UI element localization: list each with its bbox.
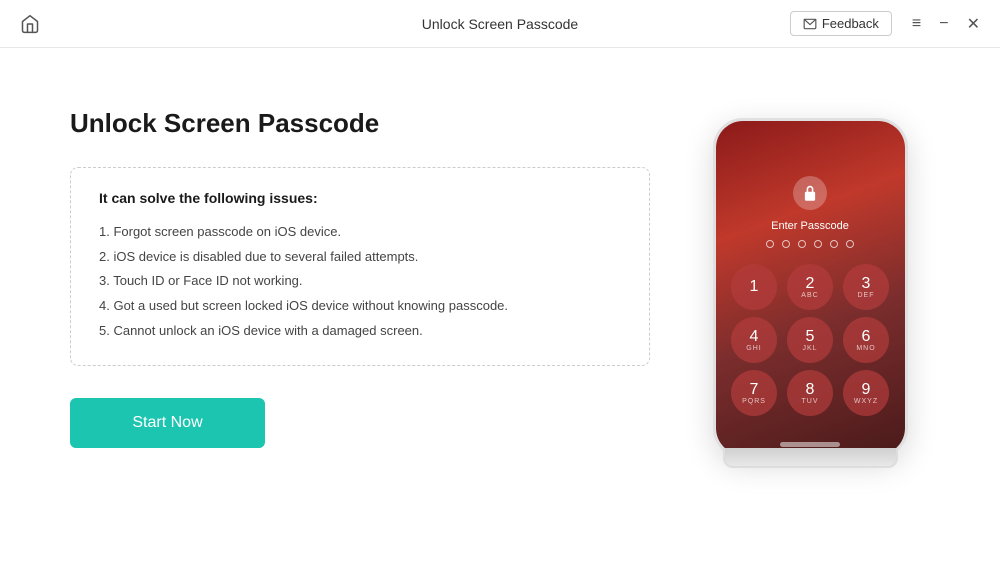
numpad: 1 2ABC 3DEF 4GHI 5JKL 6MNO 7PQRS 8TUV 9W…: [716, 264, 905, 416]
issues-list: 1. Forgot screen passcode on iOS device.…: [99, 220, 621, 343]
main-content: Unlock Screen Passcode It can solve the …: [0, 48, 1000, 580]
list-item: 3. Touch ID or Face ID not working.: [99, 269, 621, 294]
passcode-dots: [766, 240, 854, 248]
feedback-button[interactable]: Feedback: [790, 11, 892, 36]
dot-4: [814, 240, 822, 248]
list-item: 1. Forgot screen passcode on iOS device.: [99, 220, 621, 245]
title-bar-right: Feedback ≡ − ✕: [790, 11, 984, 36]
dot-6: [846, 240, 854, 248]
window-title-text: Unlock Screen Passcode: [422, 16, 578, 32]
num-btn-1: 1: [731, 264, 777, 310]
num-btn-3: 3DEF: [843, 264, 889, 310]
issues-title: It can solve the following issues:: [99, 190, 621, 206]
phone-illustration: Enter Passcode 1 2ABC 3DEF 4GHI: [713, 118, 908, 458]
dot-3: [798, 240, 806, 248]
issues-box: It can solve the following issues: 1. Fo…: [70, 167, 650, 366]
home-button[interactable]: [16, 12, 44, 36]
num-btn-4: 4GHI: [731, 317, 777, 363]
dot-2: [782, 240, 790, 248]
left-panel: Unlock Screen Passcode It can solve the …: [70, 108, 690, 448]
list-item: 2. iOS device is disabled due to several…: [99, 245, 621, 270]
enter-passcode-text: Enter Passcode: [771, 220, 849, 232]
window-title: Unlock Screen Passcode: [422, 16, 578, 32]
num-btn-2: 2ABC: [787, 264, 833, 310]
menu-icon: ≡: [912, 15, 921, 33]
lock-icon-container: [793, 176, 827, 210]
list-item: 4. Got a used but screen locked iOS devi…: [99, 294, 621, 319]
list-item: 5. Cannot unlock an iOS device with a da…: [99, 319, 621, 344]
num-btn-7: 7PQRS: [731, 370, 777, 416]
phone-body: Enter Passcode 1 2ABC 3DEF 4GHI: [713, 118, 908, 458]
feedback-label: Feedback: [822, 16, 879, 31]
page-title: Unlock Screen Passcode: [70, 108, 650, 139]
close-icon: ✕: [967, 14, 980, 34]
home-icon: [20, 14, 40, 34]
menu-button[interactable]: ≡: [908, 13, 925, 35]
dot-5: [830, 240, 838, 248]
start-now-button[interactable]: Start Now: [70, 398, 265, 448]
num-btn-5: 5JKL: [787, 317, 833, 363]
phone-base: [723, 448, 898, 468]
num-btn-9: 9WXYZ: [843, 370, 889, 416]
phone-screen: Enter Passcode 1 2ABC 3DEF 4GHI: [716, 121, 905, 455]
phone-home-bar: [780, 442, 840, 447]
title-bar-left: [16, 12, 44, 36]
minimize-button[interactable]: −: [935, 13, 952, 35]
lock-icon: [802, 184, 818, 202]
right-panel: Enter Passcode 1 2ABC 3DEF 4GHI: [690, 108, 930, 458]
minimize-icon: −: [939, 15, 948, 33]
dot-1: [766, 240, 774, 248]
num-btn-8: 8TUV: [787, 370, 833, 416]
num-btn-6: 6MNO: [843, 317, 889, 363]
title-bar: Unlock Screen Passcode Feedback ≡ − ✕: [0, 0, 1000, 48]
window-controls: ≡ − ✕: [908, 12, 984, 36]
close-button[interactable]: ✕: [963, 12, 984, 36]
mail-icon: [803, 17, 817, 31]
